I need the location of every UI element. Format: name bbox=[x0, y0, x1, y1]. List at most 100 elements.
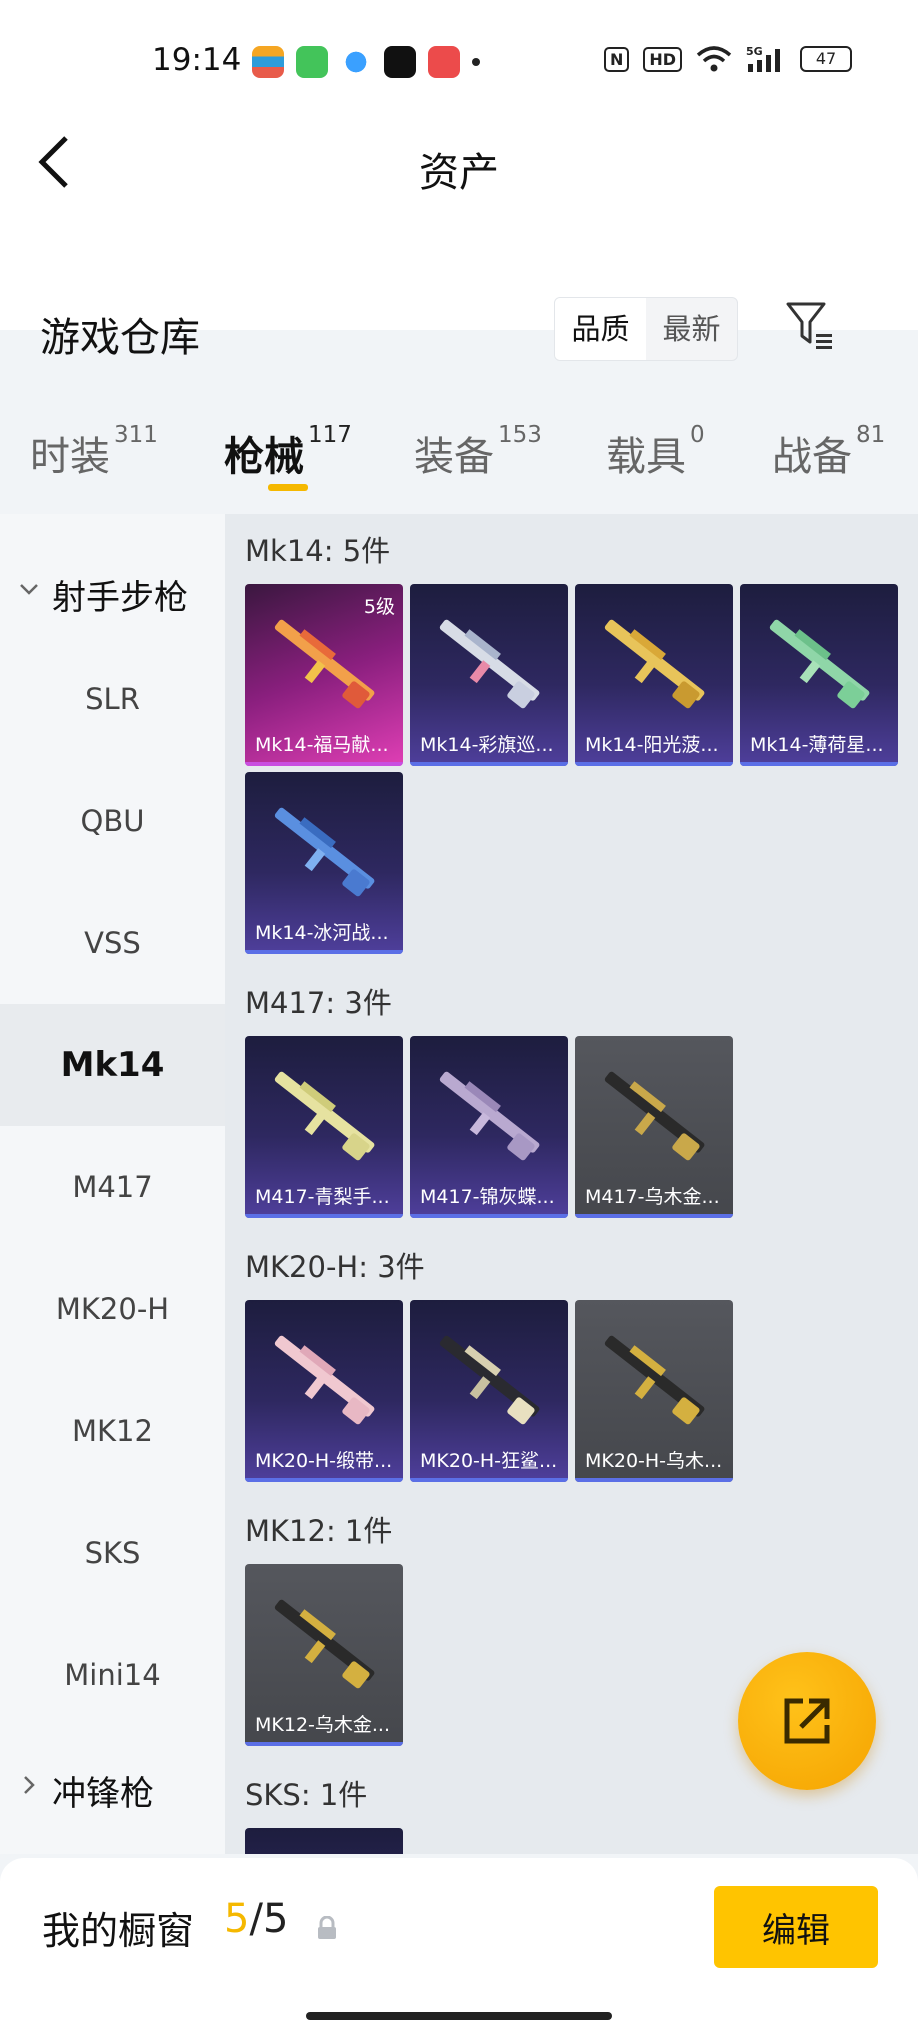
tab-count: 153 bbox=[498, 422, 542, 448]
tab-weapons[interactable]: 枪械 117 bbox=[224, 422, 352, 482]
sidebar-group-label: 冲锋枪 bbox=[52, 1774, 154, 1814]
skin-name: M417-乌木金... bbox=[585, 1186, 720, 1208]
skin-card[interactable]: Mk14-阳光菠... bbox=[575, 584, 733, 766]
battery-icon: 47 bbox=[800, 46, 852, 72]
weapon-type-sidebar: 射手步枪 SLR QBU VSS Mk14 M417 MK20-H MK12 S… bbox=[0, 514, 225, 1854]
rarity-bar bbox=[575, 1478, 733, 1482]
section-title: Mk14: 5件 bbox=[245, 534, 391, 568]
edit-button[interactable]: 编辑 bbox=[714, 1886, 878, 1968]
skin-card[interactable]: 5级 Mk14-福马献... bbox=[245, 584, 403, 766]
tab-count: 0 bbox=[690, 422, 705, 448]
tab-count: 81 bbox=[856, 422, 886, 448]
skin-card[interactable]: MK12-乌木金... bbox=[245, 1564, 403, 1746]
skin-card[interactable] bbox=[245, 1828, 403, 1854]
tab-label: 时装 bbox=[30, 434, 110, 480]
share-button[interactable] bbox=[738, 1652, 876, 1790]
skin-card[interactable]: Mk14-薄荷星... bbox=[740, 584, 898, 766]
skin-card[interactable]: Mk14-彩旗巡... bbox=[410, 584, 568, 766]
skin-name: M417-锦灰蝶... bbox=[420, 1186, 555, 1208]
skin-name: M417-青梨手... bbox=[255, 1186, 390, 1208]
showcase-total: 5 bbox=[262, 1896, 289, 1942]
tab-supplies[interactable]: 战备 81 bbox=[772, 422, 886, 482]
sort-newest-button[interactable]: 最新 bbox=[646, 298, 737, 360]
section-title: M417: 3件 bbox=[245, 986, 392, 1020]
skin-name: Mk14-阳光菠... bbox=[585, 734, 719, 756]
skin-name: MK20-H-缎带... bbox=[255, 1450, 393, 1472]
rarity-bar bbox=[245, 1742, 403, 1746]
status-bar: 19:14 N HD 5G 47 bbox=[0, 0, 918, 120]
active-tab-indicator bbox=[268, 484, 308, 491]
video-app-icon bbox=[428, 46, 460, 78]
browser-app-icon bbox=[340, 46, 372, 78]
tab-label: 战备 bbox=[772, 434, 852, 480]
sidebar-group-label: 射手步枪 bbox=[52, 578, 188, 618]
skin-card[interactable]: M417-乌木金... bbox=[575, 1036, 733, 1218]
sidebar-item-mk12[interactable]: MK12 bbox=[0, 1370, 225, 1492]
sidebar-item-m417[interactable]: M417 bbox=[0, 1126, 225, 1248]
rarity-bar bbox=[245, 1478, 403, 1482]
notification-icons bbox=[252, 46, 480, 78]
skin-name: MK20-H-乌木... bbox=[585, 1450, 723, 1472]
skin-card[interactable]: MK20-H-乌木... bbox=[575, 1300, 733, 1482]
chevron-right-icon bbox=[24, 1776, 35, 1794]
tab-label: 载具 bbox=[606, 434, 686, 480]
rarity-bar bbox=[245, 950, 403, 954]
more-dot-icon bbox=[472, 58, 480, 66]
rarity-bar bbox=[410, 1214, 568, 1218]
sort-toggle: 品质 最新 bbox=[554, 297, 738, 361]
sidebar-item-sks[interactable]: SKS bbox=[0, 1492, 225, 1614]
weapon-image bbox=[274, 1071, 375, 1161]
weapon-image bbox=[274, 619, 375, 709]
category-tabs: 时装 311 枪械 117 装备 153 载具 0 战备 81 bbox=[0, 390, 918, 514]
weapon-image bbox=[769, 619, 870, 709]
page-title: 资产 bbox=[419, 150, 499, 196]
weapon-image bbox=[274, 807, 375, 897]
skin-card[interactable]: MK20-H-狂鲨... bbox=[410, 1300, 568, 1482]
sidebar-item-mk14[interactable]: Mk14 bbox=[0, 1004, 225, 1126]
tab-fashion[interactable]: 时装 311 bbox=[30, 422, 158, 482]
sidebar-item-vss[interactable]: VSS bbox=[0, 882, 225, 1004]
tab-count: 311 bbox=[114, 422, 158, 448]
rarity-bar bbox=[740, 762, 898, 766]
skin-name: MK20-H-狂鲨... bbox=[420, 1450, 558, 1472]
showcase-bar: 我的橱窗 5/5 编辑 bbox=[0, 1858, 918, 2040]
sort-quality-button[interactable]: 品质 bbox=[555, 298, 646, 360]
skin-card[interactable]: M417-锦灰蝶... bbox=[410, 1036, 568, 1218]
sidebar-item-slr[interactable]: SLR bbox=[0, 638, 225, 760]
section-title: SKS: 1件 bbox=[245, 1778, 368, 1812]
message-app-icon bbox=[296, 46, 328, 78]
sidebar-group-smg[interactable]: 冲锋枪 bbox=[0, 1752, 225, 1832]
skin-card[interactable]: Mk14-冰河战... bbox=[245, 772, 403, 954]
rarity-bar bbox=[575, 762, 733, 766]
showcase-label: 我的橱窗 bbox=[42, 1909, 195, 1953]
section-title: MK12: 1件 bbox=[245, 1514, 393, 1548]
rarity-bar bbox=[410, 1478, 568, 1482]
weapon-image bbox=[439, 619, 540, 709]
skin-name: MK12-乌木金... bbox=[255, 1714, 391, 1736]
wifi-icon bbox=[696, 46, 732, 72]
sidebar-item-mk20h[interactable]: MK20-H bbox=[0, 1248, 225, 1370]
weapon-image bbox=[439, 1071, 540, 1161]
weapon-image bbox=[604, 619, 705, 709]
filter-icon[interactable] bbox=[784, 300, 836, 352]
home-indicator[interactable] bbox=[306, 2012, 612, 2020]
nfc-icon: N bbox=[603, 46, 630, 72]
svg-text:5G: 5G bbox=[746, 45, 763, 58]
status-indicators: N HD 5G 47 bbox=[603, 44, 852, 74]
tab-count: 117 bbox=[308, 422, 352, 448]
lock-icon bbox=[318, 1916, 336, 1939]
hd-icon: HD bbox=[643, 46, 682, 72]
sidebar-group-marksman[interactable]: 射手步枪 bbox=[0, 556, 225, 636]
rarity-bar bbox=[245, 762, 403, 766]
sidebar-item-qbu[interactable]: QBU bbox=[0, 760, 225, 882]
skin-card[interactable]: MK20-H-缎带... bbox=[245, 1300, 403, 1482]
sidebar-item-mini14[interactable]: Mini14 bbox=[0, 1614, 225, 1736]
wallet-app-icon bbox=[252, 46, 284, 78]
tab-equipment[interactable]: 装备 153 bbox=[414, 422, 542, 482]
weapon-image bbox=[274, 1335, 375, 1425]
skin-card[interactable]: M417-青梨手... bbox=[245, 1036, 403, 1218]
section-title: MK20-H: 3件 bbox=[245, 1250, 425, 1284]
tab-vehicles[interactable]: 载具 0 bbox=[606, 422, 705, 482]
weapon-image bbox=[604, 1071, 705, 1161]
status-time: 19:14 bbox=[152, 42, 242, 78]
